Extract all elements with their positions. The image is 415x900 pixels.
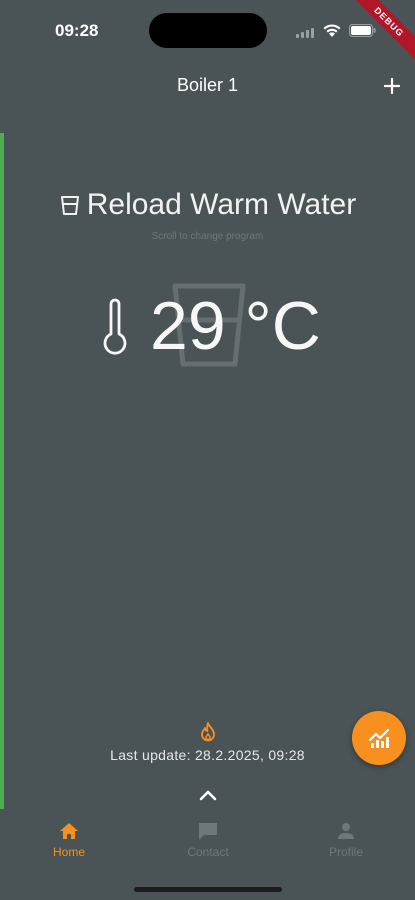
app-screen: 09:28 DEBUG Boiler 1 Reload Warm Water S… xyxy=(0,0,415,900)
program-selector[interactable]: Reload Warm Water xyxy=(0,188,415,222)
nav-label-profile: Profile xyxy=(328,845,363,859)
page-title: Boiler 1 xyxy=(176,75,239,95)
status-time: 09:28 xyxy=(55,21,99,40)
last-update-text: Last update: 28.2.2025, 09:28 xyxy=(110,747,305,763)
signal-icon xyxy=(296,28,318,38)
nav-item-profile[interactable]: Profile xyxy=(296,821,396,865)
temperature-value: 29 °C xyxy=(150,288,321,364)
add-button[interactable] xyxy=(380,74,404,98)
battery-icon xyxy=(349,24,376,37)
dynamic-island xyxy=(149,13,267,48)
wifi-icon xyxy=(323,24,341,37)
program-name: Reload Warm Water xyxy=(86,188,357,221)
nav-label-home: Home xyxy=(52,845,85,859)
thermometer-icon xyxy=(103,298,127,355)
flame-icon xyxy=(201,722,215,742)
chart-icon xyxy=(368,728,390,748)
nav-item-home[interactable]: Home xyxy=(19,821,119,865)
bottom-navigation: Home Contact Profile xyxy=(0,815,415,875)
status-bar: 09:28 DEBUG xyxy=(0,0,415,61)
home-icon xyxy=(60,823,78,839)
nav-item-contact[interactable]: Contact xyxy=(158,821,258,865)
chat-icon xyxy=(199,823,217,840)
nav-label-contact: Contact xyxy=(187,845,229,859)
home-indicator xyxy=(134,887,282,892)
statistics-button[interactable] xyxy=(352,711,406,765)
person-icon xyxy=(338,823,354,839)
plus-icon xyxy=(383,77,401,95)
glass-icon xyxy=(60,196,79,215)
chevron-up-icon[interactable] xyxy=(196,785,220,805)
program-hint: Scroll to change program xyxy=(151,231,264,242)
